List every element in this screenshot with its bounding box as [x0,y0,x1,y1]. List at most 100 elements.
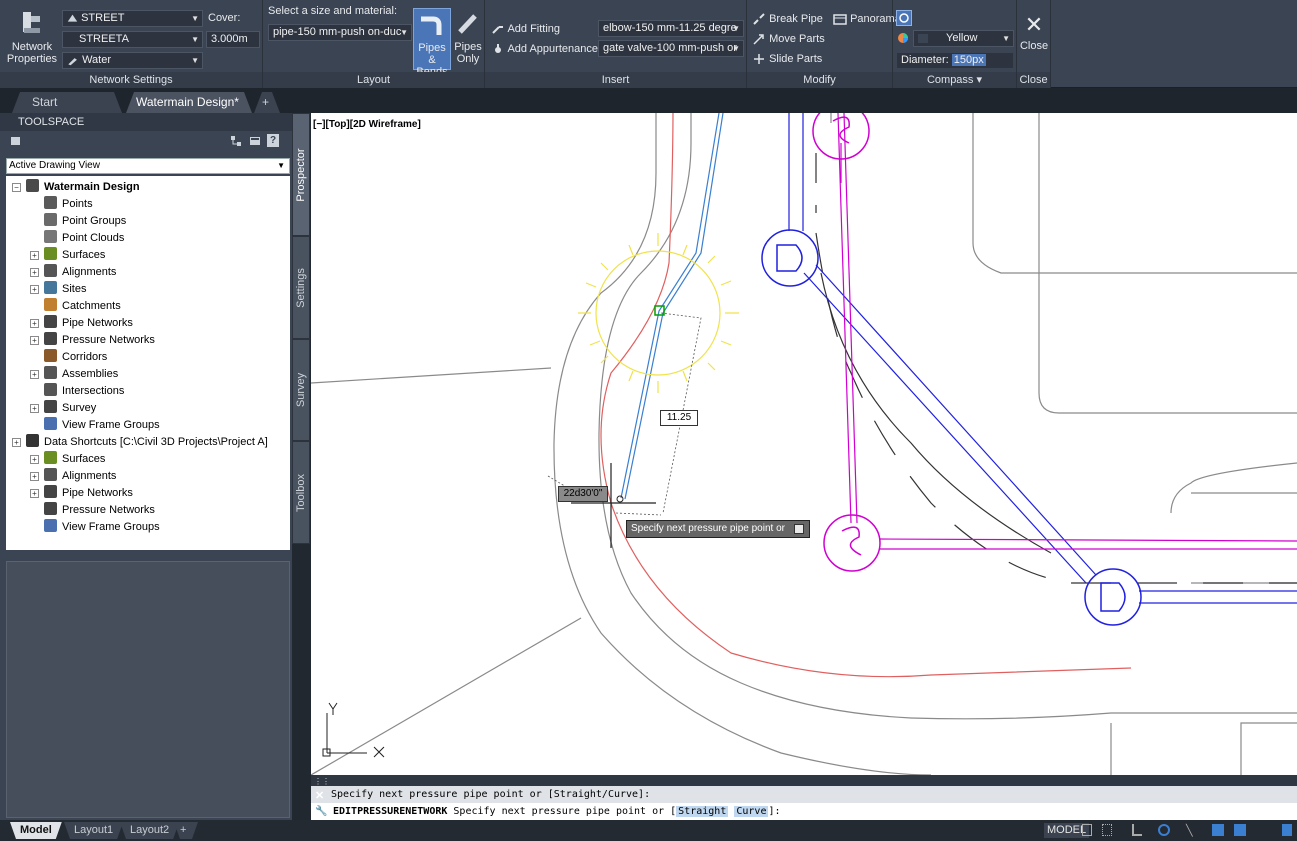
move-parts-button[interactable]: Move Parts [752,32,825,46]
tab-model[interactable]: Model [10,822,62,839]
compass-color-combo[interactable]: Yellow ▼ [913,30,1014,47]
tree-item[interactable]: Data Shortcuts [C:\Civil 3D Projects\Pro… [26,434,268,451]
tab-prospector[interactable]: Prospector [292,113,310,236]
tree-item[interactable]: Corridors [44,349,107,366]
grid-icon[interactable] [1082,824,1092,836]
red-offset-line [600,113,1132,678]
panel-layout: Select a size and material: pipe-150 mm-… [263,0,485,88]
fitting-icon [492,26,503,34]
tree-expander[interactable]: + [30,285,39,294]
appurtenance-combo[interactable]: gate valve-100 mm-push or ▼ [598,40,744,57]
tree-item[interactable]: View Frame Groups [44,417,160,434]
otrack-icon[interactable] [1234,824,1246,836]
tree-item-label: Pipe Networks [62,317,133,329]
tree-expander[interactable]: + [30,472,39,481]
alignment-combo[interactable]: STREETA ▼ [62,31,203,48]
tab-watermain-design[interactable]: Watermain Design* ✕ [126,92,252,113]
add-appurtenance-button[interactable]: Add Appurtenance [491,42,598,56]
tree-item[interactable]: Catchments [44,298,121,315]
drawing-viewport[interactable]: [−][Top][2D Wireframe] 11.25 22d30'0" Sp… [311,113,1297,775]
wrench-icon[interactable]: 🔧 [315,803,327,820]
tree-item[interactable]: Surfaces [44,451,105,468]
surface-combo[interactable]: STREET ▼ [62,10,203,27]
tree-item[interactable]: Pipe Networks [44,315,133,332]
drawing-canvas[interactable] [311,113,1297,775]
panel-title-compass: Compass ▾ [893,72,1016,88]
diameter-field[interactable]: Diameter: 150px [896,52,1014,69]
tree-expander[interactable]: − [12,183,21,192]
dynamic-ucs-icon[interactable] [1282,824,1292,836]
part-list-combo[interactable]: Water ▼ [62,52,203,69]
tab-toolbox[interactable]: Toolbox [292,441,310,544]
tree-expander[interactable]: + [30,455,39,464]
tree-item[interactable]: Points [44,196,93,213]
compass-toggle-button[interactable] [896,10,912,26]
tab-layout2[interactable]: Layout2 [120,822,179,839]
tree-item-label: Point Clouds [62,232,125,244]
osnap-icon[interactable] [1212,824,1224,836]
tree-item[interactable]: Intersections [44,383,124,400]
panorama-button[interactable]: Panorama [833,12,901,26]
chevron-down-icon: ▼ [732,24,740,33]
tree-item[interactable]: Sites [44,281,86,298]
tree-item[interactable]: Alignments [44,468,116,485]
tree-item-label: Surfaces [62,453,106,465]
pipes-only-button[interactable]: Pipes Only [453,12,483,65]
tree-item[interactable]: View Frame Groups [44,519,160,536]
viewport-controls-label[interactable]: [−][Top][2D Wireframe] [313,119,421,130]
tree-item[interactable]: Alignments [44,264,116,281]
network-properties-button[interactable]: Network Properties [6,10,58,65]
tree-item[interactable]: Watermain Design [26,179,140,196]
dynamic-input-angle[interactable]: 22d30'0" [558,486,608,502]
command-input[interactable]: 🔧 EDITPRESSURENETWORK Specify next press… [311,803,1297,820]
tree-item[interactable]: Pressure Networks [44,332,155,349]
tree-expander[interactable]: + [30,404,39,413]
tree-expander[interactable]: + [30,336,39,345]
tab-start[interactable]: Start [12,92,122,113]
tree-expander[interactable]: + [30,370,39,379]
tab-survey[interactable]: Survey [292,339,310,441]
tree-item[interactable]: Point Clouds [44,230,124,247]
active-view-combo[interactable]: Active Drawing View ▼ [6,158,290,174]
tree-icon[interactable] [230,135,242,147]
tree-expander[interactable]: + [30,251,39,260]
tree-expander[interactable]: + [30,268,39,277]
close-command-icon[interactable]: ✕ [315,789,324,802]
help-icon[interactable]: ? [267,134,279,147]
close-button[interactable]: ✕ Close [1017,14,1051,53]
tree-item[interactable]: Point Groups [44,213,126,230]
drag-handle-icon[interactable]: ⋮⋮ [314,777,330,786]
tree-expander[interactable]: + [30,489,39,498]
magenta-lines [837,113,1297,550]
tree-item[interactable]: Assemblies [44,366,118,383]
dynamic-prompt-tooltip: Specify next pressure pipe point or [626,520,810,538]
tree-item[interactable]: Pipe Networks [44,485,133,502]
fitting-combo[interactable]: elbow-150 mm-11.25 degre ▼ [598,20,744,37]
tree-expander[interactable]: + [12,438,21,447]
options-down-arrow-icon[interactable] [794,524,804,534]
tree-item-label: Assemblies [62,368,119,380]
tab-layout1[interactable]: Layout1 [64,822,123,839]
pipes-and-bends-button[interactable]: Pipes & Bends [413,8,451,78]
ortho-icon[interactable] [1132,824,1142,836]
list-view-icon[interactable] [249,135,261,147]
structure-d-top [761,229,819,287]
snap-icon[interactable] [1102,824,1112,836]
add-fitting-button[interactable]: Add Fitting [491,22,560,36]
slide-parts-button[interactable]: Slide Parts [752,52,822,66]
tree-expander[interactable]: + [30,319,39,328]
size-material-combo[interactable]: pipe-150 mm-push on-duc ▼ [268,24,412,41]
cover-input[interactable]: 3.000m [206,31,260,48]
break-pipe-button[interactable]: Break Pipe [752,12,823,26]
polar-icon[interactable] [1158,824,1170,836]
palette-settings-icon[interactable] [10,135,22,147]
tree-item[interactable]: Surfaces [44,247,105,264]
option-curve[interactable]: Curve [734,806,769,817]
tab-settings[interactable]: Settings [292,236,310,339]
option-straight[interactable]: Straight [676,806,729,817]
tree-item[interactable]: Pressure Networks [44,502,155,519]
isodraft-icon[interactable]: ╲ [1186,824,1193,837]
add-layout-button[interactable]: + [174,822,198,839]
tree-item[interactable]: Survey [44,400,96,417]
new-tab-button[interactable]: + [254,92,280,113]
